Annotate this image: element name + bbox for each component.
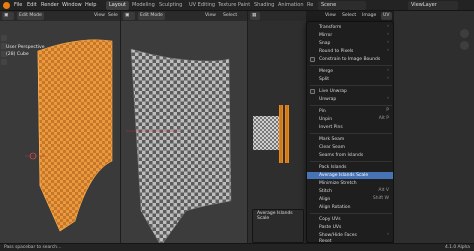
tab-uv-editing[interactable]: UV Editing	[186, 1, 218, 10]
redo-panel[interactable]: Average Islands Scale	[252, 209, 304, 243]
menu-edit[interactable]: Edit	[27, 2, 37, 8]
menu-item-show-hide-faces[interactable]: Show/Hide Faces ›	[307, 232, 393, 239]
menu-item-constrain-bounds[interactable]: Constrain to Image Bounds	[307, 56, 393, 63]
divider	[310, 85, 392, 86]
mesh-checker	[126, 48, 232, 243]
menu-item-unpin[interactable]: Unpin Alt P	[307, 116, 393, 123]
divider	[310, 133, 392, 134]
zoom-icon[interactable]	[460, 29, 469, 38]
menu-item-live-unwrap[interactable]: Live Unwrap	[307, 88, 393, 95]
view-menu[interactable]: View	[92, 12, 107, 20]
status-bar: Pass spacebar to search... 4.1.0 Alpha	[0, 243, 474, 251]
editor-type-icon[interactable]: ▣	[2, 12, 14, 20]
uv-menu-button[interactable]: UV	[381, 12, 392, 20]
menu-item-invert-pins[interactable]: Invert Pins	[307, 124, 393, 131]
menu-item-merge[interactable]: Merge ›	[307, 68, 393, 75]
viewport-mid[interactable]: ▣ Edit Mode View Select	[121, 11, 247, 243]
menu-item-clear-seam[interactable]: Clear Seam	[307, 144, 393, 151]
scene-selector[interactable]: Scene	[318, 1, 366, 10]
version-label: 4.1.0 Alpha	[444, 245, 470, 250]
viewport-left-canvas[interactable]: User Perspective (28) Cube	[0, 21, 120, 243]
editor-type-icon[interactable]: ▦	[250, 12, 260, 20]
menu-item-round-pixels[interactable]: Round to Pixels ›	[307, 48, 393, 55]
viewport-mid-header: ▣ Edit Mode View Select	[121, 11, 247, 21]
mode-selector[interactable]: Edit Mode	[138, 12, 165, 20]
viewport-mid-canvas[interactable]	[121, 21, 247, 243]
uv-select-menu[interactable]: Select	[340, 12, 358, 20]
menu-item-align[interactable]: Align Shift W	[307, 196, 393, 203]
divider	[310, 161, 392, 162]
viewport-left[interactable]: ▣ Edit Mode View Sele User Perspective (…	[0, 11, 120, 243]
menu-item-mark-seam[interactable]: Mark Seam	[307, 136, 393, 143]
menu-item-copy-uvs[interactable]: Copy UVs	[307, 216, 393, 223]
uv-dropdown-menu: Transform › Mirror › Snap › Round to Pixels…	[306, 21, 394, 244]
mesh-orange	[25, 39, 113, 232]
menu-item-minimize-stretch[interactable]: Minimize Stretch	[307, 180, 393, 187]
menu-render[interactable]: Render	[41, 2, 59, 8]
viewport-left-header: ▣ Edit Mode View Sele	[0, 11, 120, 21]
menu-item-seams-from-islands[interactable]: Seams from Islands	[307, 152, 393, 159]
menu-window[interactable]: Window	[62, 2, 82, 8]
menu-item-stitch[interactable]: Stitch Alt V	[307, 188, 393, 195]
top-bar: File Edit Render Window Help Layout Mode…	[0, 0, 474, 11]
divider	[310, 213, 392, 214]
mode-selector[interactable]: Edit Mode	[17, 12, 44, 20]
divider	[310, 65, 392, 66]
menu-item-pin[interactable]: Pin P	[307, 108, 393, 115]
blender-logo-icon[interactable]	[3, 2, 10, 9]
menu-item-mirror[interactable]: Mirror ›	[307, 32, 393, 39]
tab-overflow[interactable]: Re	[304, 1, 316, 10]
right-panel[interactable]	[394, 11, 474, 243]
checkbox-icon[interactable]	[310, 89, 315, 94]
select-menu[interactable]: Sele	[106, 12, 120, 20]
menu-item-pack-islands[interactable]: Pack Islands	[307, 164, 393, 171]
menu-item-split[interactable]: Split ›	[307, 76, 393, 83]
menu-item-transform[interactable]: Transform ›	[307, 24, 393, 31]
uv-view-menu[interactable]: View	[323, 12, 338, 20]
menu-item-unwrap[interactable]: Unwrap ›	[307, 96, 393, 103]
status-hint: Pass spacebar to search...	[4, 245, 62, 250]
tab-texture-paint[interactable]: Texture Paint	[215, 1, 253, 10]
menu-item-paste-uvs[interactable]: Paste UVs	[307, 224, 393, 231]
tab-sculpting[interactable]: Sculpting	[156, 1, 185, 10]
menu-help[interactable]: Help	[85, 2, 96, 8]
menu-file[interactable]: File	[14, 2, 22, 8]
tab-shading[interactable]: Shading	[251, 1, 277, 10]
editor-type-icon[interactable]: ▣	[123, 12, 135, 20]
tab-modeling[interactable]: Modeling	[129, 1, 158, 10]
view-layer-selector[interactable]: ViewLayer	[408, 1, 458, 10]
menu-item-align-rotation[interactable]: Align Rotation	[307, 204, 393, 211]
tab-layout[interactable]: Layout	[106, 1, 129, 10]
menu-item-snap[interactable]: Snap ›	[307, 40, 393, 47]
menu-item-average-islands-scale[interactable]: Average Islands Scale	[307, 172, 393, 179]
uv-editor-header: ▦	[248, 11, 306, 21]
pan-icon[interactable]	[460, 41, 469, 50]
checkbox-icon[interactable]	[310, 57, 315, 62]
divider	[310, 105, 392, 106]
redo-panel-title[interactable]: Average Islands Scale	[257, 211, 303, 221]
select-menu[interactable]: Select	[221, 12, 239, 20]
view-menu[interactable]: View	[203, 12, 218, 20]
tab-animation[interactable]: Animation	[275, 1, 307, 10]
uv-image-menu[interactable]: Image	[360, 12, 378, 20]
